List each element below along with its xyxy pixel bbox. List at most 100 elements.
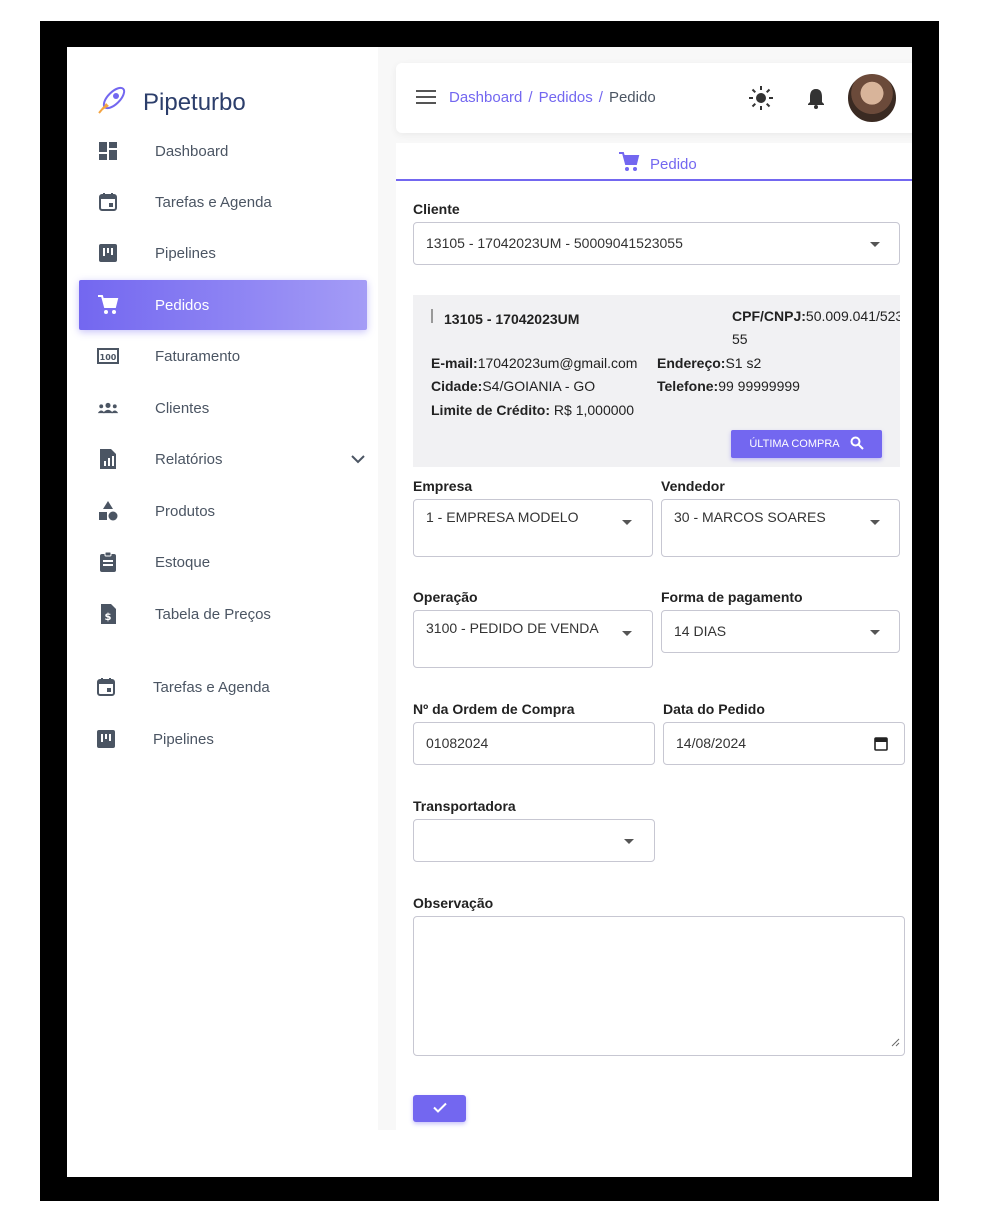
svg-text:100: 100 [100, 353, 117, 362]
clipboard-icon [97, 551, 119, 573]
transportadora-label: Transportadora [413, 798, 516, 814]
observacao-textarea[interactable] [413, 916, 905, 1056]
cpf-value-cont: 55 [732, 331, 748, 347]
sidebar-item-label: Produtos [155, 502, 216, 520]
calendar-icon [95, 676, 117, 698]
limite-label: Limite de Crédito: [431, 402, 551, 418]
check-icon [432, 1100, 447, 1118]
breadcrumb-separator: / [528, 89, 533, 106]
forma-pagamento-value: 14 DIAS [674, 623, 727, 639]
last-purchase-label: ÚLTIMA COMPRA [749, 438, 840, 450]
breadcrumb-dashboard[interactable]: Dashboard [449, 89, 522, 106]
cart-icon [97, 294, 119, 316]
breadcrumb-pedidos[interactable]: Pedidos [539, 89, 593, 106]
sidebar-item-label: Dashboard [155, 142, 229, 160]
calendar-icon[interactable] [874, 736, 888, 754]
sidebar-item-label: Tabela de Preços [155, 605, 271, 623]
sidebar-item-tarefas-2[interactable]: Tarefas e Agenda [67, 662, 387, 712]
breadcrumb-current: Pedido [608, 89, 656, 106]
sidebar-item-pipelines-2[interactable]: Pipelines [67, 714, 387, 764]
last-purchase-button[interactable]: ÚLTIMA COMPRA [731, 430, 882, 458]
caret-down-icon [870, 630, 880, 635]
sidebar: Pipeturbo Dashboard Tarefas e Agenda Pip… [67, 47, 387, 752]
operacao-label: Operação [413, 589, 478, 605]
caret-down-icon [870, 242, 880, 247]
caret-down-icon [622, 631, 632, 636]
forma-pagamento-select[interactable]: 14 DIAS [661, 610, 900, 653]
sidebar-item-produtos[interactable]: Produtos [67, 486, 387, 536]
vendedor-value: 30 - MARCOS SOARES [674, 509, 826, 525]
email-value: 17042023um@gmail.com [477, 355, 638, 371]
dashboard-icon [97, 140, 119, 162]
sidebar-item-label: Relatórios [155, 450, 223, 468]
data-pedido-input[interactable]: 14/08/2024 [663, 722, 905, 765]
cliente-value: 13105 - 17042023UM - 50009041523055 [426, 235, 683, 251]
sidebar-item-label: Pedidos [155, 296, 210, 314]
data-pedido-value: 14/08/2024 [676, 735, 747, 751]
tab-pedido[interactable]: Pedido [618, 151, 697, 177]
caret-down-icon [624, 839, 634, 844]
menu-icon[interactable] [416, 89, 436, 110]
price-doc-icon: $ [97, 603, 119, 625]
sidebar-item-label: Estoque [155, 553, 211, 571]
sidebar-item-dashboard[interactable]: Dashboard [67, 126, 387, 176]
endereco-label: Endereço: [657, 355, 726, 371]
app-window: Pipeturbo Dashboard Tarefas e Agenda Pip… [67, 47, 912, 1177]
operacao-value: 3100 - PEDIDO DE VENDA [426, 620, 599, 636]
resize-handle-icon[interactable] [891, 1034, 900, 1052]
ordem-compra-value: 01082024 [426, 735, 489, 751]
bell-icon[interactable] [806, 87, 826, 114]
sidebar-item-pedidos[interactable]: Pedidos [79, 280, 367, 330]
cidade-label: Cidade: [431, 378, 483, 394]
cliente-select[interactable]: 13105 - 17042023UM - 50009041523055 [413, 222, 900, 265]
submit-button[interactable] [413, 1095, 466, 1122]
tab-label: Pedido [650, 155, 697, 173]
rocket-icon [95, 83, 129, 122]
search-icon [850, 436, 864, 453]
sidebar-item-tarefas[interactable]: Tarefas e Agenda [67, 177, 387, 227]
brand[interactable]: Pipeturbo [95, 83, 246, 122]
brand-name: Pipeturbo [143, 88, 246, 116]
cpf-label: CPF/CNPJ: [732, 308, 806, 324]
cart-icon [618, 151, 640, 177]
order-form-card: Pedido Cliente 13105 - 17042023UM - 5000… [396, 143, 912, 1130]
sidebar-item-estoque[interactable]: Estoque [67, 537, 387, 587]
sidebar-item-pipelines[interactable]: Pipelines [67, 228, 387, 278]
top-navbar: Dashboard / Pedidos / Pedido [396, 63, 912, 133]
data-pedido-label: Data do Pedido [663, 701, 765, 717]
avatar[interactable] [846, 72, 898, 124]
breadcrumb-separator: / [598, 89, 603, 106]
operacao-select[interactable]: 3100 - PEDIDO DE VENDA [413, 610, 653, 668]
telefone-value: 99 99999999 [718, 378, 800, 394]
divider [431, 309, 433, 323]
kanban-icon [95, 728, 117, 750]
cpf-value: 50.009.041/5230 [805, 308, 900, 324]
ordem-compra-label: Nº da Ordem de Compra [413, 701, 575, 717]
sidebar-item-label: Clientes [155, 399, 210, 417]
tab-bar: Pedido [396, 143, 912, 181]
report-icon [97, 448, 119, 470]
cidade-value: S4/GOIANIA - GO [482, 378, 596, 394]
sidebar-item-clientes[interactable]: Clientes [67, 383, 387, 433]
caret-down-icon [622, 520, 632, 525]
empresa-select[interactable]: 1 - EMPRESA MODELO [413, 499, 653, 557]
svg-text:$: $ [105, 612, 112, 623]
sidebar-item-faturamento[interactable]: 100 Faturamento [67, 331, 387, 381]
sidebar-item-label: Faturamento [155, 347, 241, 365]
chevron-down-icon[interactable] [351, 451, 365, 467]
empresa-value: 1 - EMPRESA MODELO [426, 509, 579, 525]
sidebar-item-tabela-precos[interactable]: $ Tabela de Preços [67, 589, 387, 639]
endereco-value: S1 s2 [725, 355, 762, 371]
forma-pagamento-label: Forma de pagamento [661, 589, 803, 605]
vendedor-select[interactable]: 30 - MARCOS SOARES [661, 499, 900, 557]
main-area: Dashboard / Pedidos / Pedido Pedido Client [378, 47, 912, 1130]
sun-icon[interactable] [748, 85, 774, 116]
people-icon [97, 397, 119, 419]
breadcrumb: Dashboard / Pedidos / Pedido [449, 89, 656, 106]
client-info-card: 13105 - 17042023UM CPF/CNPJ:50.009.041/5… [413, 295, 900, 467]
sidebar-item-relatorios[interactable]: Relatórios [67, 434, 387, 484]
shapes-icon [97, 500, 119, 522]
ordem-compra-input[interactable]: 01082024 [413, 722, 655, 765]
kanban-icon [97, 242, 119, 264]
transportadora-select[interactable] [413, 819, 655, 862]
